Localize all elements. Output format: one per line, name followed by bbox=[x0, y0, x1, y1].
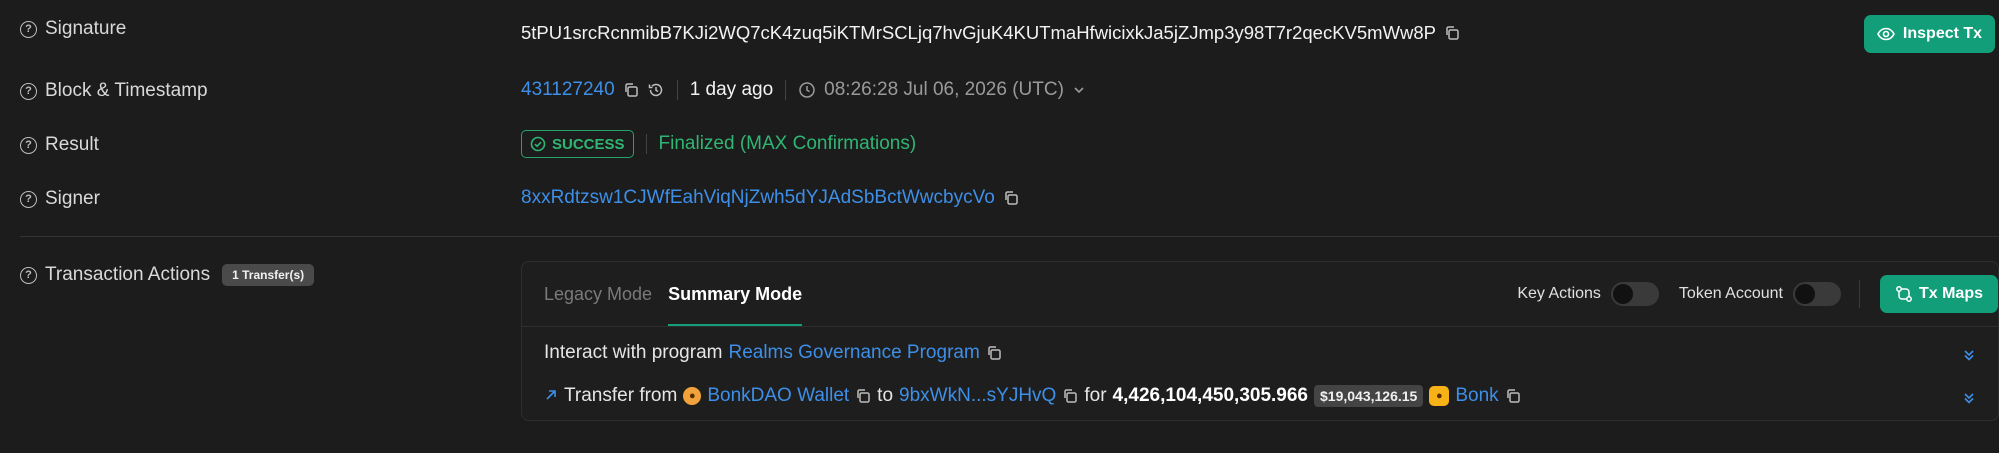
from-wallet-link[interactable]: BonkDAO Wallet bbox=[707, 385, 849, 407]
for-word: for bbox=[1084, 385, 1107, 406]
program-link[interactable]: Realms Governance Program bbox=[728, 342, 979, 364]
help-icon[interactable]: ? bbox=[20, 82, 37, 100]
divider bbox=[1859, 280, 1860, 308]
copy-icon[interactable] bbox=[1062, 388, 1078, 404]
route-icon bbox=[1896, 286, 1912, 302]
transfer-prefix: Transfer from bbox=[564, 385, 678, 406]
bonkdao-wallet-icon: ● bbox=[683, 387, 702, 405]
tx-maps-button[interactable]: Tx Maps bbox=[1880, 275, 1998, 313]
divider bbox=[676, 80, 678, 100]
bonk-token-icon: ● bbox=[1429, 386, 1450, 406]
copy-icon[interactable] bbox=[986, 345, 1002, 361]
copy-icon[interactable] bbox=[855, 388, 871, 404]
signer-label: Signer bbox=[45, 188, 100, 209]
expand-chevron-icon[interactable] bbox=[1962, 348, 1976, 365]
history-icon[interactable] bbox=[647, 81, 665, 99]
divider bbox=[785, 80, 787, 100]
signature-value: 5tPU1srcRcnmibB7KJi2WQ7cK4zuq5iKTMrSCLjq… bbox=[521, 22, 1437, 43]
status-text: SUCCESS bbox=[552, 135, 625, 153]
eye-icon bbox=[1877, 27, 1895, 41]
to-address-link[interactable]: 9bxWkN...sYJHvQ bbox=[899, 385, 1056, 407]
key-actions-label: Key Actions bbox=[1517, 285, 1601, 302]
arrow-up-right-icon bbox=[544, 386, 558, 407]
signature-label-group: ? Signature bbox=[20, 18, 126, 40]
block-label: Block & Timestamp bbox=[45, 80, 208, 101]
copy-icon[interactable] bbox=[1505, 388, 1521, 404]
usd-value-badge: $19,043,126.15 bbox=[1314, 385, 1424, 407]
divider bbox=[645, 134, 647, 154]
clock-icon bbox=[798, 81, 816, 99]
tab-summary-mode[interactable]: Summary Mode bbox=[668, 262, 803, 326]
actions-label: Transaction Actions bbox=[45, 264, 211, 285]
expand-chevron-icon[interactable] bbox=[1962, 391, 1976, 408]
to-word: to bbox=[877, 385, 894, 406]
relative-time: 1 day ago bbox=[689, 79, 774, 100]
check-circle-icon bbox=[530, 136, 546, 152]
tab-legacy-mode[interactable]: Legacy Mode bbox=[544, 284, 652, 305]
token-link[interactable]: Bonk bbox=[1455, 385, 1498, 407]
copy-icon[interactable] bbox=[1003, 190, 1019, 206]
block-value-group: 431127240 1 day ago 08:26:28 Jul 06, 202… bbox=[521, 79, 1086, 101]
copy-icon[interactable] bbox=[623, 82, 639, 98]
signature-label: Signature bbox=[45, 18, 127, 39]
block-number-link[interactable]: 431127240 bbox=[521, 79, 615, 101]
inspect-tx-button[interactable]: Inspect Tx bbox=[1864, 15, 1995, 53]
help-icon[interactable]: ? bbox=[20, 190, 37, 208]
panel-divider bbox=[522, 326, 1998, 327]
signer-address-link[interactable]: 8xxRdtzsw1CJWfEahViqNjZwh5dYJAdSbBctWwcb… bbox=[521, 187, 995, 209]
help-icon[interactable]: ? bbox=[20, 136, 37, 154]
panel-controls: Key Actions Token Account Tx Maps bbox=[1517, 262, 1998, 326]
actions-panel: Legacy Mode Summary Mode Key Actions Tok… bbox=[521, 261, 1999, 421]
actions-label-group: ? Transaction Actions 1 Transfer(s) bbox=[20, 264, 315, 286]
chevron-down-icon[interactable] bbox=[1072, 83, 1086, 97]
block-label-group: ? Block & Timestamp bbox=[20, 80, 208, 102]
mode-tabs: Legacy Mode Summary Mode bbox=[544, 262, 803, 326]
token-account-label: Token Account bbox=[1678, 285, 1783, 302]
transfer-action: Transfer from ● BonkDAO Wallet to 9bxWkN… bbox=[544, 385, 1521, 407]
token-account-toggle[interactable] bbox=[1793, 282, 1841, 306]
inspect-tx-label: Inspect Tx bbox=[1902, 25, 1983, 42]
transfers-count-badge: 1 Transfer(s) bbox=[222, 264, 315, 286]
signer-value-group: 8xxRdtzsw1CJWfEahViqNjZwh5dYJAdSbBctWwcb… bbox=[521, 187, 1019, 209]
result-label: Result bbox=[45, 134, 99, 155]
transfer-amount: 4,426,104,450,305.966 bbox=[1112, 385, 1308, 406]
help-icon[interactable]: ? bbox=[20, 20, 37, 38]
tx-maps-label: Tx Maps bbox=[1918, 285, 1983, 302]
result-label-group: ? Result bbox=[20, 134, 99, 156]
status-badge: SUCCESS bbox=[521, 130, 634, 158]
help-icon[interactable]: ? bbox=[20, 266, 37, 284]
signature-value-group: 5tPU1srcRcnmibB7KJi2WQ7cK4zuq5iKTMrSCLjq… bbox=[521, 22, 1460, 44]
finality-text: Finalized (MAX Confirmations) bbox=[658, 133, 917, 154]
timestamp: 08:26:28 Jul 06, 2026 (UTC) bbox=[824, 79, 1064, 100]
key-actions-toggle[interactable] bbox=[1610, 282, 1659, 306]
interact-prefix: Interact with program bbox=[544, 342, 723, 363]
copy-icon[interactable] bbox=[1444, 25, 1460, 41]
section-divider bbox=[20, 236, 1999, 237]
result-value-group: SUCCESS Finalized (MAX Confirmations) bbox=[521, 130, 916, 158]
interact-action: Interact with program Realms Governance … bbox=[544, 342, 1002, 364]
signer-label-group: ? Signer bbox=[20, 188, 100, 210]
